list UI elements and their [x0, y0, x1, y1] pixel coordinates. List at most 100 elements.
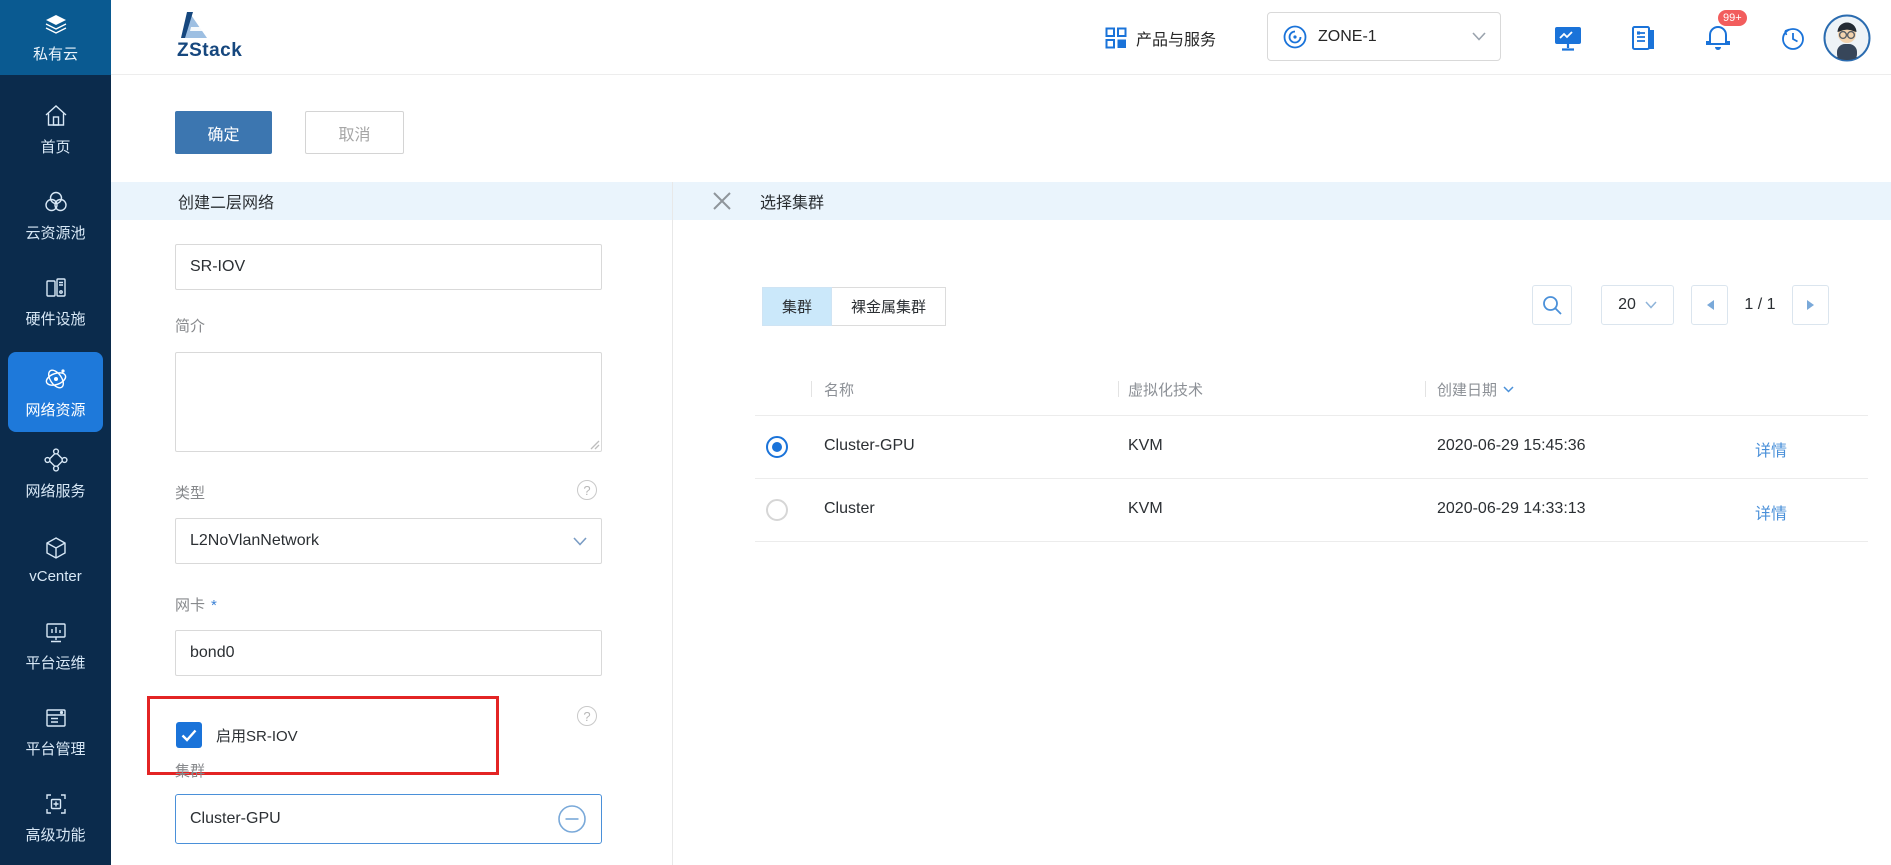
- caret-right-icon: [1806, 299, 1816, 311]
- column-separator: [1425, 381, 1426, 397]
- cell-name: Cluster-GPU: [824, 437, 915, 455]
- sidebar-item-private-cloud[interactable]: 私有云: [0, 0, 111, 75]
- column-header-virtualization[interactable]: 虚拟化技术: [1128, 379, 1203, 400]
- cluster-panel-titlebar: 选择集群: [673, 182, 1891, 220]
- zstack-logo[interactable]: ZStack: [177, 10, 242, 62]
- sidebar-item-label: vCenter: [29, 568, 82, 585]
- zstack-logo-icon: [177, 10, 211, 40]
- details-link[interactable]: 详情: [1755, 437, 1787, 461]
- sriov-checkbox-checked[interactable]: [176, 722, 202, 748]
- type-select[interactable]: L2NoVlanNetwork: [175, 518, 602, 564]
- search-icon: [1541, 294, 1563, 316]
- confirm-button[interactable]: 确定: [175, 111, 272, 154]
- next-page-button[interactable]: [1792, 285, 1829, 325]
- notifications-button[interactable]: 99+: [1696, 0, 1740, 75]
- cancel-button[interactable]: 取消: [305, 111, 404, 154]
- table-divider: [755, 541, 1868, 542]
- details-link[interactable]: 详情: [1755, 500, 1787, 524]
- search-button[interactable]: [1532, 285, 1572, 325]
- sidebar-item-network-resources[interactable]: 网络资源: [8, 352, 103, 432]
- row-radio-selected[interactable]: [766, 436, 788, 458]
- cloud-pool-icon: [42, 188, 70, 216]
- hardware-icon: [42, 274, 70, 302]
- panel-divider: [672, 182, 673, 865]
- sort-chevron-icon: [1503, 386, 1514, 393]
- sidebar-item-platform-ops[interactable]: 平台运维: [0, 613, 111, 677]
- avatar-image: [1823, 14, 1871, 62]
- cluster-tabs: 集群 裸金属集群: [762, 287, 946, 326]
- column-separator: [1118, 381, 1119, 397]
- page-size-value: 20: [1618, 296, 1636, 314]
- cell-virtualization: KVM: [1128, 437, 1163, 455]
- column-header-name[interactable]: 名称: [824, 379, 854, 400]
- prev-page-button[interactable]: [1691, 285, 1728, 325]
- tab-cluster[interactable]: 集群: [762, 287, 832, 326]
- help-glyph: ?: [583, 709, 590, 724]
- server-panel-icon: [42, 704, 70, 732]
- cube-icon: [42, 534, 70, 562]
- products-services-label: 产品与服务: [1136, 26, 1216, 50]
- column-header-created[interactable]: 创建日期: [1437, 379, 1514, 400]
- user-avatar[interactable]: [1823, 14, 1871, 62]
- cluster-label: 集群: [175, 760, 205, 781]
- cell-created: 2020-06-29 15:45:36: [1437, 437, 1586, 455]
- sriov-checkbox-label: 启用SR-IOV: [216, 725, 298, 746]
- sriov-checkbox-row[interactable]: 启用SR-IOV: [176, 722, 298, 748]
- grid-icon: [1105, 27, 1127, 49]
- type-label: 类型: [175, 482, 205, 503]
- sidebar-item-label: 平台管理: [25, 738, 85, 759]
- sidebar-product-label: 私有云: [33, 43, 78, 64]
- table-divider: [755, 478, 1868, 479]
- layers-icon: [42, 11, 70, 39]
- form-titlebar: 创建二层网络: [111, 182, 672, 220]
- remove-cluster-icon[interactable]: [557, 804, 587, 834]
- sidebar-item-cloud-pool[interactable]: 云资源池: [0, 183, 111, 247]
- row-radio-unselected[interactable]: [766, 499, 788, 521]
- monitor-icon: [1553, 24, 1583, 52]
- zone-selector[interactable]: ZONE-1: [1267, 12, 1501, 61]
- network-resources-icon: [42, 365, 70, 393]
- page-size-select[interactable]: 20: [1601, 285, 1674, 325]
- advanced-brackets-icon: [42, 790, 70, 818]
- nic-label-text: 网卡: [175, 597, 205, 614]
- sidebar-item-hardware[interactable]: 硬件设施: [0, 269, 111, 333]
- chevron-down-icon: [1645, 301, 1657, 309]
- console-monitor-button[interactable]: [1546, 0, 1590, 75]
- notification-badge: 99+: [1718, 10, 1747, 26]
- sidebar-item-advanced[interactable]: 高级功能: [0, 785, 111, 849]
- sidebar-item-platform-mgmt[interactable]: 平台管理: [0, 699, 111, 763]
- cell-virtualization: KVM: [1128, 500, 1163, 518]
- sidebar-item-label: 网络资源: [25, 399, 85, 420]
- cluster-select-field[interactable]: Cluster-GPU: [175, 794, 602, 844]
- sriov-help-icon[interactable]: ?: [577, 706, 597, 726]
- caret-left-icon: [1705, 299, 1715, 311]
- products-services-menu[interactable]: 产品与服务: [1105, 0, 1216, 75]
- description-label: 简介: [175, 315, 205, 336]
- chevron-down-icon: [573, 537, 587, 546]
- monitor-stand-icon: [42, 618, 70, 646]
- tab-baremetal-cluster[interactable]: 裸金属集群: [832, 287, 946, 326]
- history-button[interactable]: [1771, 0, 1815, 75]
- sidebar-item-label: 首页: [40, 136, 70, 157]
- sidebar-item-label: 云资源池: [25, 222, 85, 243]
- description-textarea[interactable]: [175, 352, 602, 452]
- check-icon: [181, 729, 197, 742]
- sidebar-item-label: 高级功能: [25, 824, 85, 845]
- zone-icon: [1282, 24, 1308, 50]
- nic-input[interactable]: [175, 630, 602, 676]
- documents-button[interactable]: [1621, 0, 1665, 75]
- sidebar-item-home[interactable]: 首页: [0, 97, 111, 161]
- type-help-icon[interactable]: ?: [577, 480, 597, 500]
- sidebar-item-network-services[interactable]: 网络服务: [0, 441, 111, 505]
- close-icon[interactable]: [711, 190, 733, 212]
- column-header-created-label: 创建日期: [1437, 379, 1497, 400]
- network-name-input[interactable]: [175, 244, 602, 290]
- sidebar-item-vcenter[interactable]: vCenter: [0, 527, 111, 591]
- table-divider: [755, 415, 1868, 416]
- sidebar-item-label: 硬件设施: [25, 308, 85, 329]
- column-separator: [811, 381, 812, 397]
- cluster-panel-title: 选择集群: [760, 189, 824, 213]
- bell-icon: [1703, 23, 1733, 53]
- help-glyph: ?: [583, 483, 590, 498]
- page-indicator: 1 / 1: [1736, 285, 1784, 325]
